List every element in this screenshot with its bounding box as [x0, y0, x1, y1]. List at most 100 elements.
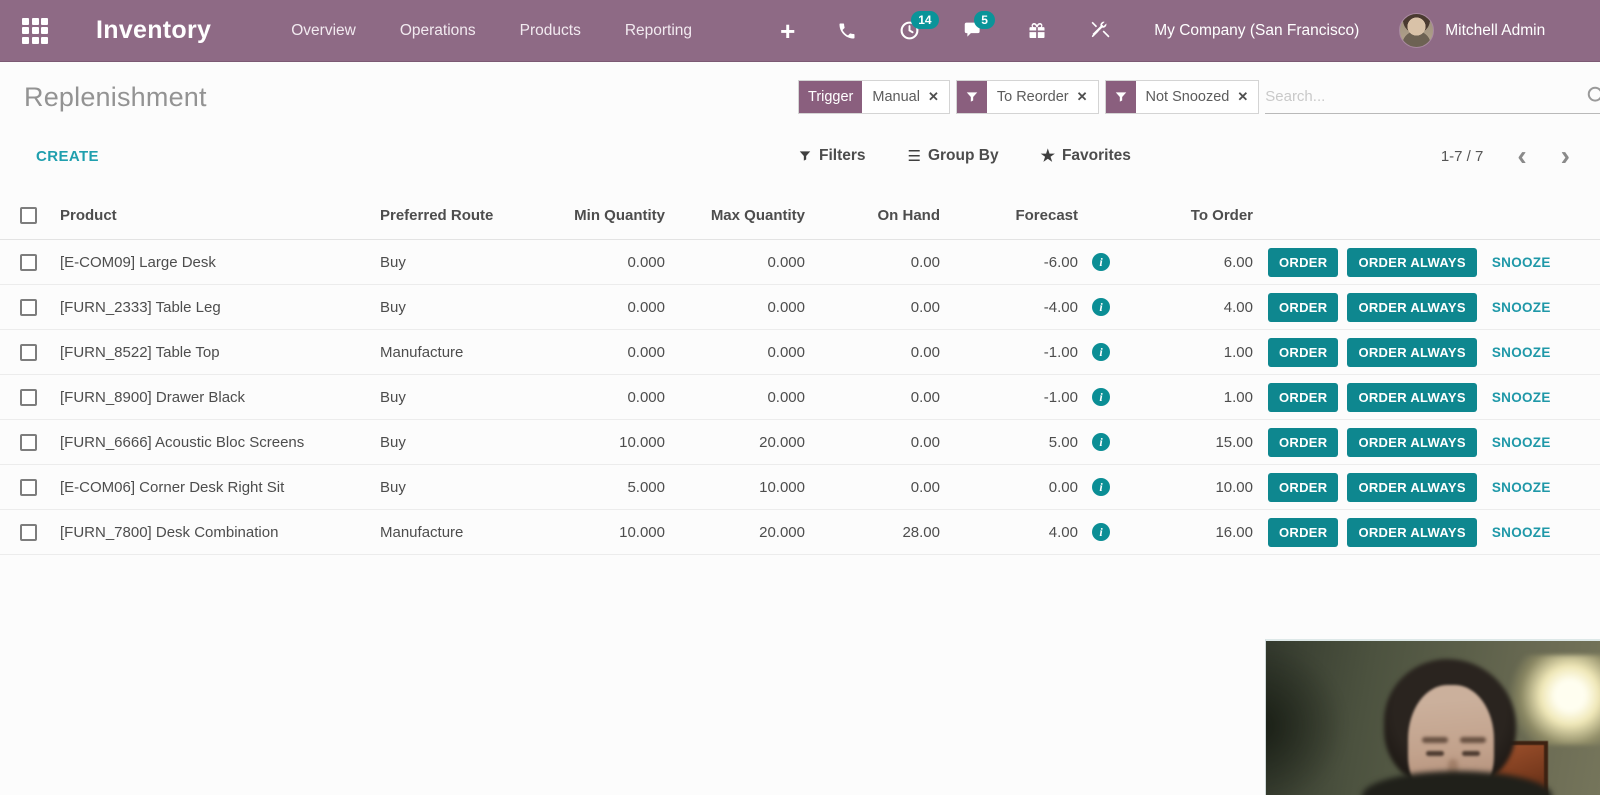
messages-chat-icon[interactable]: 5 [962, 11, 995, 41]
remove-facet-icon[interactable] [928, 89, 939, 105]
col-header-route[interactable]: Preferred Route [380, 207, 545, 224]
forecast-cell[interactable]: 4.00 [940, 524, 1078, 541]
apps-menu-icon[interactable] [22, 17, 48, 44]
remove-facet-icon[interactable] [1077, 89, 1088, 105]
nav-item-reporting[interactable]: Reporting [625, 22, 692, 40]
snooze-button[interactable]: SNOOZE [1492, 255, 1551, 270]
col-header-toorder[interactable]: To Order [1118, 207, 1253, 224]
table-row[interactable]: [FURN_8900] Drawer Black Buy 0.000 0.000… [0, 375, 1600, 420]
row-checkbox[interactable] [20, 478, 37, 496]
order-button[interactable]: ORDER [1268, 472, 1339, 502]
max-qty-cell[interactable]: 0.000 [665, 389, 805, 406]
nav-item-overview[interactable]: Overview [291, 22, 356, 40]
row-checkbox[interactable] [20, 343, 37, 361]
on-hand-cell[interactable]: 0.00 [805, 389, 940, 406]
max-qty-cell[interactable]: 0.000 [665, 299, 805, 316]
forecast-info-icon[interactable] [1092, 388, 1110, 406]
to-order-cell[interactable]: 1.00 [1118, 344, 1253, 361]
nav-item-operations[interactable]: Operations [400, 22, 476, 40]
row-checkbox[interactable] [20, 433, 37, 451]
to-order-cell[interactable]: 10.00 [1118, 479, 1253, 496]
row-checkbox[interactable] [20, 523, 37, 541]
forecast-cell[interactable]: -1.00 [940, 389, 1078, 406]
pager-previous-icon[interactable] [1517, 142, 1526, 170]
order-button[interactable]: ORDER [1268, 247, 1339, 277]
table-row[interactable]: [FURN_8522] Table Top Manufacture 0.000 … [0, 330, 1600, 375]
route-cell[interactable]: Buy [380, 389, 545, 406]
order-button[interactable]: ORDER [1268, 517, 1339, 547]
tools-icon[interactable] [1089, 20, 1110, 41]
forecast-info-icon[interactable] [1092, 433, 1110, 451]
on-hand-cell[interactable]: 28.00 [805, 524, 940, 541]
min-qty-cell[interactable]: 0.000 [545, 389, 665, 406]
forecast-cell[interactable]: -1.00 [940, 344, 1078, 361]
forecast-info-icon[interactable] [1092, 253, 1110, 271]
on-hand-cell[interactable]: 0.00 [805, 299, 940, 316]
snooze-button[interactable]: SNOOZE [1492, 345, 1551, 360]
app-title[interactable]: Inventory [96, 16, 211, 45]
route-cell[interactable]: Manufacture [380, 344, 545, 361]
order-always-button[interactable]: ORDER ALWAYS [1347, 517, 1477, 547]
forecast-cell[interactable]: 0.00 [940, 479, 1078, 496]
order-button[interactable]: ORDER [1268, 382, 1339, 412]
order-always-button[interactable]: ORDER ALWAYS [1347, 247, 1477, 277]
order-button[interactable]: ORDER [1268, 292, 1339, 322]
product-cell[interactable]: [FURN_2333] Table Leg [60, 299, 380, 316]
company-switcher[interactable]: My Company (San Francisco) [1154, 22, 1359, 40]
forecast-cell[interactable]: 5.00 [940, 434, 1078, 451]
table-row[interactable]: [E-COM09] Large Desk Buy 0.000 0.000 0.0… [0, 240, 1600, 285]
col-header-min[interactable]: Min Quantity [545, 207, 665, 224]
min-qty-cell[interactable]: 0.000 [545, 299, 665, 316]
min-qty-cell[interactable]: 0.000 [545, 344, 665, 361]
order-button[interactable]: ORDER [1268, 337, 1339, 367]
to-order-cell[interactable]: 15.00 [1118, 434, 1253, 451]
col-header-product[interactable]: Product [60, 207, 380, 224]
group-by-menu[interactable]: Group By [908, 147, 999, 166]
order-always-button[interactable]: ORDER ALWAYS [1347, 472, 1477, 502]
to-order-cell[interactable]: 6.00 [1118, 254, 1253, 271]
activities-clock-icon[interactable]: 14 [899, 11, 939, 41]
snooze-button[interactable]: SNOOZE [1492, 300, 1551, 315]
forecast-cell[interactable]: -4.00 [940, 299, 1078, 316]
product-cell[interactable]: [E-COM06] Corner Desk Right Sit [60, 479, 380, 496]
to-order-cell[interactable]: 16.00 [1118, 524, 1253, 541]
on-hand-cell[interactable]: 0.00 [805, 479, 940, 496]
max-qty-cell[interactable]: 0.000 [665, 344, 805, 361]
max-qty-cell[interactable]: 20.000 [665, 524, 805, 541]
order-always-button[interactable]: ORDER ALWAYS [1347, 382, 1477, 412]
pager-next-icon[interactable] [1561, 142, 1570, 170]
forecast-cell[interactable]: -6.00 [940, 254, 1078, 271]
on-hand-cell[interactable]: 0.00 [805, 254, 940, 271]
product-cell[interactable]: [FURN_7800] Desk Combination [60, 524, 380, 541]
snooze-button[interactable]: SNOOZE [1492, 390, 1551, 405]
to-order-cell[interactable]: 1.00 [1118, 389, 1253, 406]
row-checkbox[interactable] [20, 253, 37, 271]
max-qty-cell[interactable]: 0.000 [665, 254, 805, 271]
order-always-button[interactable]: ORDER ALWAYS [1347, 292, 1477, 322]
on-hand-cell[interactable]: 0.00 [805, 434, 940, 451]
row-checkbox[interactable] [20, 298, 37, 316]
forecast-info-icon[interactable] [1092, 478, 1110, 496]
col-header-onhand[interactable]: On Hand [805, 207, 941, 224]
create-button[interactable]: CREATE [36, 148, 99, 165]
user-avatar[interactable] [1399, 13, 1435, 48]
phone-icon[interactable] [837, 21, 857, 41]
table-row[interactable]: [E-COM06] Corner Desk Right Sit Buy 5.00… [0, 465, 1600, 510]
snooze-button[interactable]: SNOOZE [1492, 435, 1551, 450]
table-row[interactable]: [FURN_2333] Table Leg Buy 0.000 0.000 0.… [0, 285, 1600, 330]
forecast-info-icon[interactable] [1092, 343, 1110, 361]
min-qty-cell[interactable]: 5.000 [545, 479, 665, 496]
product-cell[interactable]: [FURN_8900] Drawer Black [60, 389, 380, 406]
user-menu[interactable]: Mitchell Admin [1445, 22, 1545, 40]
plus-icon[interactable]: + [780, 18, 795, 44]
favorites-menu[interactable]: Favorites [1041, 146, 1131, 166]
filters-menu[interactable]: Filters [798, 147, 866, 165]
min-qty-cell[interactable]: 10.000 [545, 524, 665, 541]
to-order-cell[interactable]: 4.00 [1118, 299, 1253, 316]
forecast-info-icon[interactable] [1092, 523, 1110, 541]
search-icon[interactable] [1586, 85, 1600, 112]
col-header-max[interactable]: Max Quantity [665, 207, 805, 224]
gift-icon[interactable] [1027, 20, 1047, 41]
product-cell[interactable]: [FURN_8522] Table Top [60, 344, 380, 361]
route-cell[interactable]: Buy [380, 254, 545, 271]
